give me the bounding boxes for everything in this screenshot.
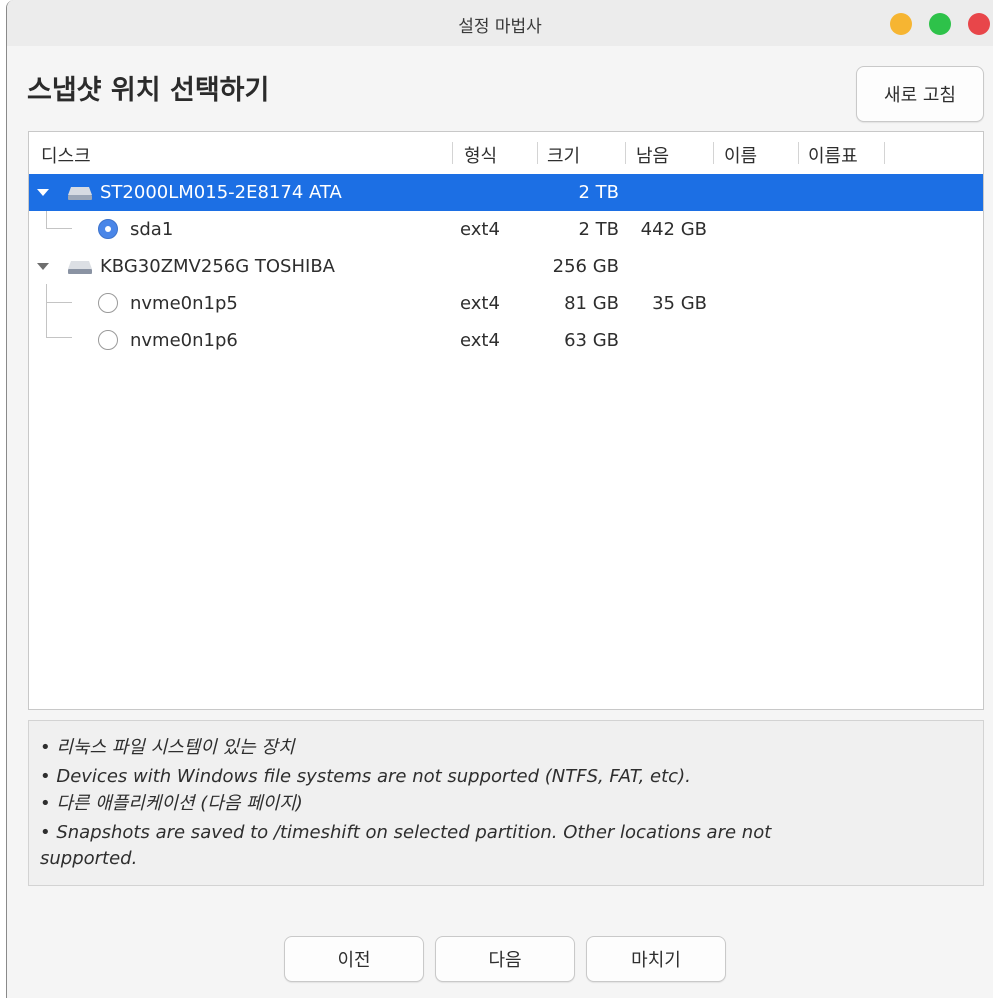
partition-radio[interactable]	[98, 219, 118, 239]
column-header-type[interactable]: 형식	[464, 142, 497, 168]
partition-type: ext4	[460, 293, 500, 314]
column-divider[interactable]	[798, 142, 799, 164]
finish-button[interactable]: 마치기	[586, 936, 726, 982]
column-divider[interactable]	[625, 142, 626, 164]
note-line: supported.	[40, 848, 138, 869]
minimize-button[interactable]	[890, 13, 912, 35]
partition-size: 2 TB	[578, 219, 619, 240]
next-button[interactable]: 다음	[435, 936, 575, 982]
partition-name: nvme0n1p5	[130, 293, 238, 314]
disk-size: 2 TB	[578, 182, 619, 203]
refresh-button[interactable]: 새로 고침	[856, 66, 984, 122]
note-line: • Snapshots are saved to /timeshift on s…	[40, 822, 772, 843]
table-header: 디스크 형식 크기 남음 이름 이름표	[29, 132, 983, 174]
table-row-partition-nvme0n1p6[interactable]: nvme0n1p6 ext4 63 GB	[29, 322, 983, 359]
disk-name: ST2000LM015-2E8174 ATA	[100, 182, 342, 203]
expander-arrow-icon[interactable]	[37, 189, 49, 196]
partition-name: sda1	[130, 219, 174, 240]
disk-name: KBG30ZMV256G TOSHIBA	[100, 256, 335, 277]
partition-size: 81 GB	[564, 293, 619, 314]
expander-arrow-icon[interactable]	[37, 263, 49, 270]
table-row-disk-kbg30[interactable]: KBG30ZMV256G TOSHIBA 256 GB	[29, 248, 983, 285]
partition-name: nvme0n1p6	[130, 330, 238, 351]
info-notes-panel: • 리눅스 파일 시스템이 있는 장치 • Devices with Windo…	[28, 720, 984, 886]
setup-wizard-window: 설정 마법사 스냅샷 위치 선택하기 새로 고침 디스크 형식 크기 남음 이름…	[6, 0, 993, 998]
column-divider[interactable]	[537, 142, 538, 164]
window-title: 설정 마법사	[458, 17, 542, 37]
column-header-name[interactable]: 이름	[724, 142, 757, 168]
partition-type: ext4	[460, 219, 500, 240]
previous-button[interactable]: 이전	[284, 936, 424, 982]
note-line: • 다른 애플리케이션 (다음 페이지)	[40, 793, 303, 814]
hard-disk-icon	[68, 187, 92, 200]
partition-size: 63 GB	[564, 330, 619, 351]
column-header-size[interactable]: 크기	[547, 142, 580, 168]
hard-disk-icon	[68, 261, 92, 274]
maximize-button[interactable]	[929, 13, 951, 35]
partition-radio[interactable]	[98, 330, 118, 350]
column-divider[interactable]	[884, 142, 885, 164]
column-header-disk[interactable]: 디스크	[41, 142, 91, 168]
page-title: 스냅샷 위치 선택하기	[27, 75, 270, 106]
note-line: • Devices with Windows file systems are …	[40, 766, 691, 787]
partition-free: 35 GB	[652, 293, 707, 314]
column-divider[interactable]	[452, 142, 453, 164]
column-header-free[interactable]: 남음	[636, 142, 669, 168]
partition-type: ext4	[460, 330, 500, 351]
column-divider[interactable]	[713, 142, 714, 164]
snapshot-location-table[interactable]: 디스크 형식 크기 남음 이름 이름표 ST2000LM015-2E8174 A…	[28, 131, 984, 710]
column-header-label[interactable]: 이름표	[808, 142, 858, 168]
note-line: • 리눅스 파일 시스템이 있는 장치	[40, 737, 295, 758]
table-row-partition-nvme0n1p5[interactable]: nvme0n1p5 ext4 81 GB 35 GB	[29, 285, 983, 322]
table-row-disk-st2000[interactable]: ST2000LM015-2E8174 ATA 2 TB	[29, 174, 983, 211]
table-row-partition-sda1[interactable]: sda1 ext4 2 TB 442 GB	[29, 211, 983, 248]
disk-size: 256 GB	[552, 256, 619, 277]
title-bar: 설정 마법사	[7, 0, 993, 46]
partition-radio[interactable]	[98, 293, 118, 313]
close-button[interactable]	[968, 13, 990, 35]
partition-free: 442 GB	[640, 219, 707, 240]
